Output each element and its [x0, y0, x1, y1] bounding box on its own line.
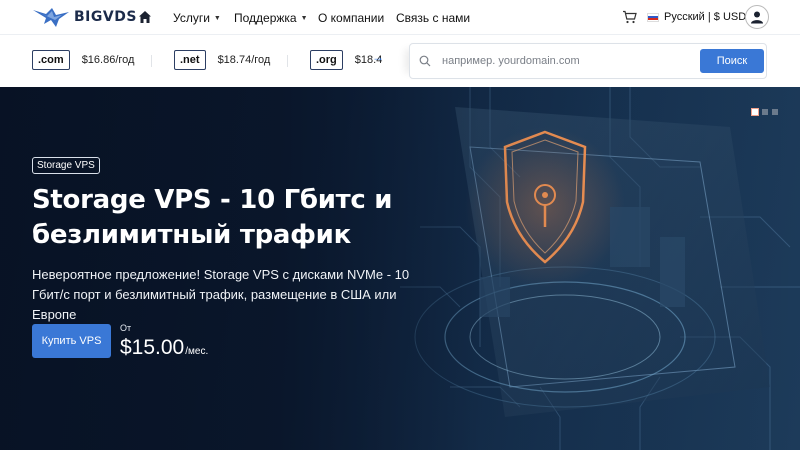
price: $15.00 /мес. — [120, 336, 208, 360]
nav-services[interactable]: Услуги ▼ — [173, 11, 221, 25]
nav-support-label: Поддержка — [234, 11, 297, 25]
tld-com[interactable]: .com $16.86/год — [32, 50, 134, 70]
slider-dots — [751, 108, 778, 116]
tld-badge: .org — [310, 50, 343, 70]
cart-icon[interactable] — [622, 10, 637, 24]
hero-banner: Storage VPS Storage VPS - 10 Гбитс и без… — [0, 87, 800, 450]
nav-contact-label: Связь с нами — [396, 11, 471, 25]
search-icon — [419, 55, 431, 67]
domain-search-input[interactable] — [442, 53, 692, 69]
language-currency-selector[interactable]: Русский | $ USD — [647, 11, 746, 23]
divider — [151, 55, 152, 67]
price-from-label: От — [120, 323, 132, 333]
slider-dot-1[interactable] — [751, 108, 759, 116]
tld-badge: .net — [174, 50, 206, 70]
slider-dot-2[interactable] — [762, 109, 768, 115]
arrow-right-icon[interactable]: → — [372, 50, 384, 64]
price-amount: $15.00 — [120, 336, 185, 359]
nav-contact[interactable]: Связь с нами — [396, 11, 470, 25]
hero-title: Storage VPS - 10 Гбитс и безлимитный тра… — [32, 185, 393, 250]
tld-net[interactable]: .net $18.74/год — [174, 50, 270, 70]
nav-about-label: О компании — [318, 11, 385, 25]
russia-flag-icon — [647, 12, 659, 22]
tld-price: $18.74/год — [217, 54, 271, 66]
price-unit: /мес. — [185, 346, 209, 357]
search-button[interactable]: Поиск — [700, 49, 764, 73]
nav-about[interactable]: О компании — [318, 11, 384, 25]
top-navbar: BIGVDS Услуги ▼ Поддержка ▼ О компании С… — [0, 0, 800, 35]
tld-price: $16.86/год — [81, 54, 135, 66]
logo-eagle-icon — [33, 8, 69, 27]
slider-dot-3[interactable] — [772, 109, 778, 115]
home-icon[interactable] — [138, 10, 152, 24]
nav-support[interactable]: Поддержка ▼ — [234, 11, 308, 25]
chevron-down-icon: ▼ — [213, 14, 221, 22]
hero-badge: Storage VPS — [32, 157, 100, 174]
language-currency-label: Русский | $ USD — [664, 11, 747, 23]
divider — [287, 55, 288, 67]
tld-badge: .com — [32, 50, 70, 70]
logo-text: BIGVDS — [74, 9, 137, 25]
user-icon — [751, 11, 763, 24]
nav-services-label: Услуги — [173, 11, 210, 25]
logo[interactable]: BIGVDS — [32, 6, 137, 28]
hero-description: Невероятное предложение! Storage VPS с д… — [32, 267, 410, 322]
chevron-down-icon: ▼ — [300, 14, 308, 22]
buy-vps-button[interactable]: Купить VPS — [32, 324, 111, 358]
user-account-button[interactable] — [745, 5, 769, 29]
